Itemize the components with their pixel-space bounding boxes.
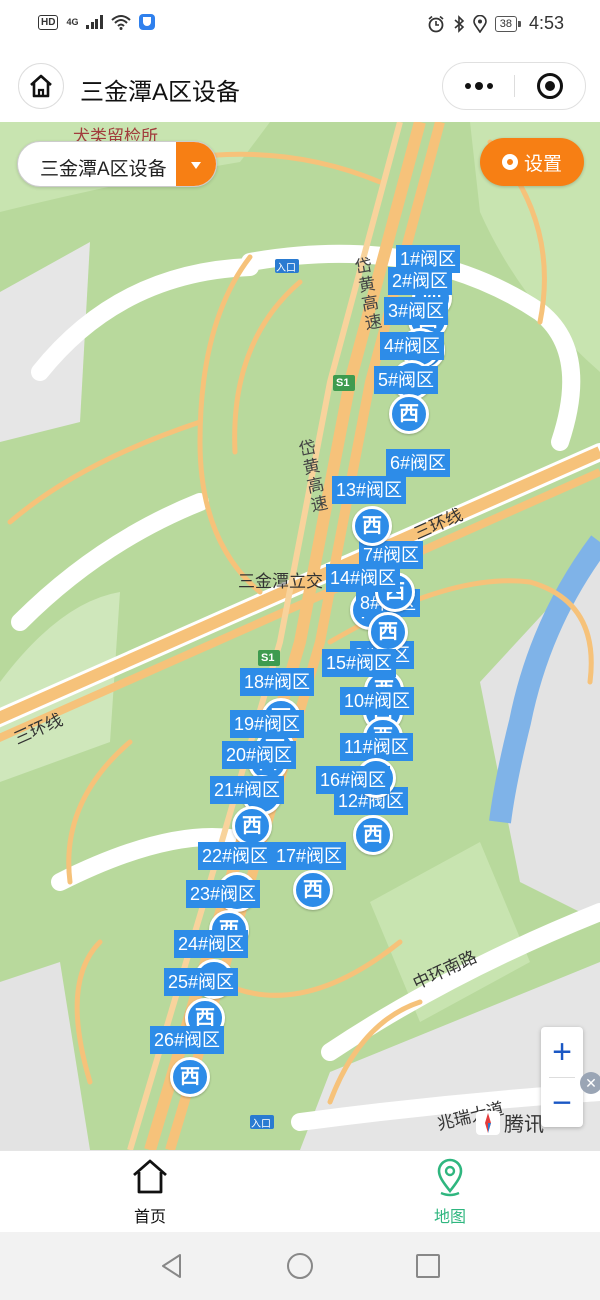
valve-label[interactable]: 22#阀区 <box>198 842 273 870</box>
tab-map[interactable]: 地图 <box>390 1157 510 1227</box>
alarm-icon <box>428 15 444 32</box>
home-button[interactable] <box>18 63 64 109</box>
map-label-entrance: 入口 <box>276 263 296 274</box>
valve-icon: 西 <box>303 879 323 901</box>
valve-label[interactable]: 14#阀区 <box>326 564 401 592</box>
map-pin-icon <box>437 1158 463 1197</box>
tab-map-label: 地图 <box>433 1209 466 1226</box>
valve-marker[interactable]: 西 <box>170 1057 210 1097</box>
valve-marker[interactable]: 西 <box>389 394 429 434</box>
valve-label[interactable]: 18#阀区 <box>240 668 315 696</box>
map-provider-logo: 腾讯 <box>476 1108 544 1137</box>
clock: 4:53 <box>528 13 564 33</box>
valve-label[interactable]: 10#阀区 <box>340 687 415 715</box>
battery-indicator: 38 <box>494 15 522 32</box>
caret-down-icon <box>191 161 201 169</box>
valve-marker[interactable]: 西 <box>232 806 272 846</box>
valve-label[interactable]: 13#阀区 <box>332 476 407 504</box>
valve-label[interactable]: 24#阀区 <box>174 930 249 958</box>
more-icon[interactable] <box>443 62 514 110</box>
valve-label[interactable]: 6#阀区 <box>386 449 451 477</box>
shield-icon <box>138 14 155 30</box>
valve-icon: 西 <box>195 1007 215 1029</box>
map-label-road-code: S1 <box>336 377 350 389</box>
bluetooth-icon <box>454 14 464 33</box>
tab-home-label: 首页 <box>133 1209 166 1226</box>
tab-bar: 首页 地图 <box>0 1150 600 1232</box>
network-label: 4G <box>66 16 79 27</box>
valve-label[interactable]: 20#阀区 <box>222 741 297 769</box>
home-icon <box>30 74 52 98</box>
valve-label[interactable]: 4#阀区 <box>380 332 445 360</box>
miniprogram-capsule <box>442 62 586 110</box>
valve-label[interactable]: 2#阀区 <box>388 267 453 295</box>
valve-icon: 西 <box>378 621 398 643</box>
valve-label[interactable]: 21#阀区 <box>210 776 285 804</box>
valve-label[interactable]: 17#阀区 <box>272 842 347 870</box>
tab-home[interactable]: 首页 <box>90 1157 210 1227</box>
hd-badge: HD <box>38 14 59 30</box>
close-icon[interactable]: ✕ <box>580 1072 600 1094</box>
title-bar: 三金潭A区设备 <box>0 50 600 122</box>
page-title: 三金潭A区设备 <box>80 79 241 106</box>
valve-label[interactable]: 23#阀区 <box>186 880 261 908</box>
valve-label[interactable]: 25#阀区 <box>164 968 239 996</box>
valve-icon: 西 <box>399 403 419 425</box>
map-base <box>0 122 600 1150</box>
zoom-out-button[interactable]: − <box>541 1078 583 1128</box>
valve-label[interactable]: 26#阀区 <box>150 1026 225 1054</box>
valve-label[interactable]: 3#阀区 <box>384 297 449 325</box>
location-icon <box>472 14 487 33</box>
map-label-interchange: 三金潭立交 <box>238 572 323 591</box>
map-label-entrance: 入口 <box>251 1119 271 1130</box>
back-icon[interactable] <box>158 1252 186 1280</box>
status-right: 38 4:53 <box>427 13 564 34</box>
valve-marker[interactable]: 西 <box>293 870 333 910</box>
valve-label[interactable]: 16#阀区 <box>316 766 391 794</box>
valve-marker[interactable]: 西 <box>368 612 408 652</box>
valve-icon: 西 <box>362 515 382 537</box>
map-provider-text: 腾讯 <box>504 1114 544 1136</box>
zoom-in-button[interactable]: + <box>541 1027 583 1077</box>
region-select[interactable]: 三金潭A区设备 <box>17 141 217 187</box>
map-label-road-code: S1 <box>261 652 275 664</box>
region-select-value: 三金潭A区设备 <box>40 159 167 180</box>
recents-icon[interactable] <box>414 1252 442 1280</box>
valve-icon: 西 <box>242 815 262 837</box>
status-bar: HD 4G 38 4:53 <box>0 0 600 50</box>
map-view[interactable]: 犬类留检所 入口 入口 岱黄高速 岱黄高速 S1 S1 三环线 三环线 三金潭立… <box>0 122 600 1150</box>
compass-logo-icon <box>476 1110 500 1135</box>
valve-marker[interactable]: 西 <box>352 506 392 546</box>
wifi-icon <box>111 15 131 30</box>
home-outline-icon <box>133 1159 167 1194</box>
system-nav-bar <box>0 1232 600 1300</box>
valve-icon: 西 <box>180 1066 200 1088</box>
settings-label: 设置 <box>523 153 562 175</box>
dropdown-toggle[interactable] <box>176 142 216 186</box>
valve-marker[interactable]: 西 <box>353 815 393 855</box>
signal-icon <box>86 15 103 29</box>
miniprogram-close-icon[interactable] <box>515 62 585 110</box>
home-circle-icon[interactable] <box>286 1252 314 1280</box>
gear-icon <box>501 154 518 170</box>
settings-button[interactable]: 设置 <box>480 138 584 186</box>
valve-label[interactable]: 15#阀区 <box>322 649 397 677</box>
valve-icon: 西 <box>363 824 383 846</box>
status-left: HD 4G <box>38 14 155 30</box>
valve-label[interactable]: 5#阀区 <box>374 366 439 394</box>
valve-label[interactable]: 19#阀区 <box>230 710 305 738</box>
zoom-control: + − <box>541 1027 583 1127</box>
valve-label[interactable]: 11#阀区 <box>340 733 413 761</box>
